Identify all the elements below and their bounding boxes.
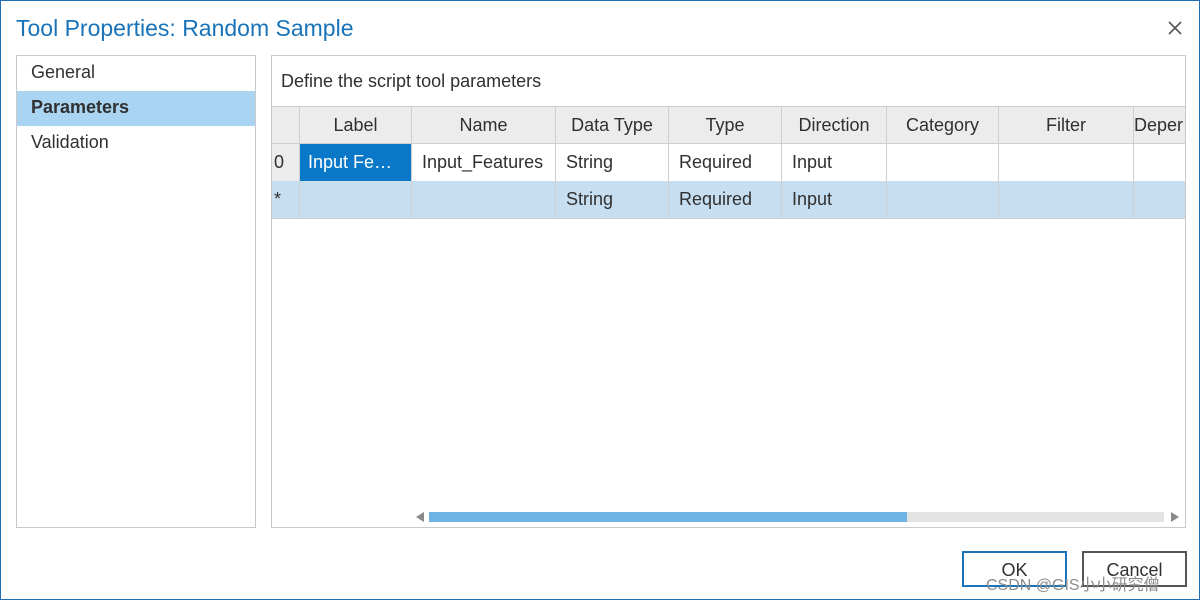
- scroll-track[interactable]: [429, 512, 1164, 522]
- row-index-new[interactable]: *: [272, 181, 300, 219]
- parameters-grid: Label Name Data Type Type Direction Cate…: [272, 106, 1185, 219]
- column-header-name[interactable]: Name: [412, 106, 556, 144]
- parameters-panel: Define the script tool parameters Label …: [271, 55, 1186, 528]
- sidebar-item-validation[interactable]: Validation: [17, 126, 255, 161]
- horizontal-scrollbar[interactable]: [414, 509, 1185, 525]
- column-header-filter[interactable]: Filter: [999, 106, 1134, 144]
- cell-category[interactable]: [887, 144, 999, 182]
- cell-filter[interactable]: [999, 144, 1134, 182]
- sidebar-nav: General Parameters Validation: [16, 55, 256, 528]
- table-row: 0 Input Fe… Input_Features String Requir…: [272, 144, 1185, 182]
- column-header-label[interactable]: Label: [300, 106, 412, 144]
- watermark: CSDN @GIS小小研究僧: [986, 577, 1160, 594]
- row-index[interactable]: 0: [272, 144, 300, 182]
- cell-direction[interactable]: Input: [782, 181, 887, 219]
- row-header-corner: [272, 106, 300, 144]
- scroll-right-icon[interactable]: [1171, 512, 1179, 522]
- cell-type[interactable]: Required: [669, 144, 782, 182]
- cell-type[interactable]: Required: [669, 181, 782, 219]
- grid-header-row: Label Name Data Type Type Direction Cate…: [272, 106, 1185, 144]
- dialog-title: Tool Properties: Random Sample: [16, 15, 354, 41]
- scroll-left-icon[interactable]: [416, 512, 424, 522]
- scroll-thumb[interactable]: [429, 512, 907, 522]
- cell-name[interactable]: [412, 181, 556, 219]
- column-header-direction[interactable]: Direction: [782, 106, 887, 144]
- table-row-new: * String Required Input: [272, 181, 1185, 219]
- close-icon: [1168, 21, 1182, 35]
- cell-data-type[interactable]: String: [556, 144, 669, 182]
- column-header-type[interactable]: Type: [669, 106, 782, 144]
- cell-dependency[interactable]: [1134, 181, 1185, 219]
- cell-direction[interactable]: Input: [782, 144, 887, 182]
- panel-description: Define the script tool parameters: [281, 71, 542, 91]
- sidebar-item-general[interactable]: General: [17, 56, 255, 91]
- column-header-category[interactable]: Category: [887, 106, 999, 144]
- tool-properties-dialog: Tool Properties: Random Sample General P…: [0, 0, 1200, 600]
- column-header-data-type[interactable]: Data Type: [556, 106, 669, 144]
- cell-category[interactable]: [887, 181, 999, 219]
- cell-data-type[interactable]: String: [556, 181, 669, 219]
- sidebar-item-parameters[interactable]: Parameters: [17, 91, 255, 126]
- cell-label[interactable]: Input Fe…: [300, 144, 412, 182]
- cell-name[interactable]: Input_Features: [412, 144, 556, 182]
- cell-filter[interactable]: [999, 181, 1134, 219]
- cell-dependency[interactable]: [1134, 144, 1185, 182]
- column-header-dependency[interactable]: Deper: [1134, 106, 1185, 144]
- close-button[interactable]: [1160, 13, 1190, 43]
- cell-label[interactable]: [300, 181, 412, 219]
